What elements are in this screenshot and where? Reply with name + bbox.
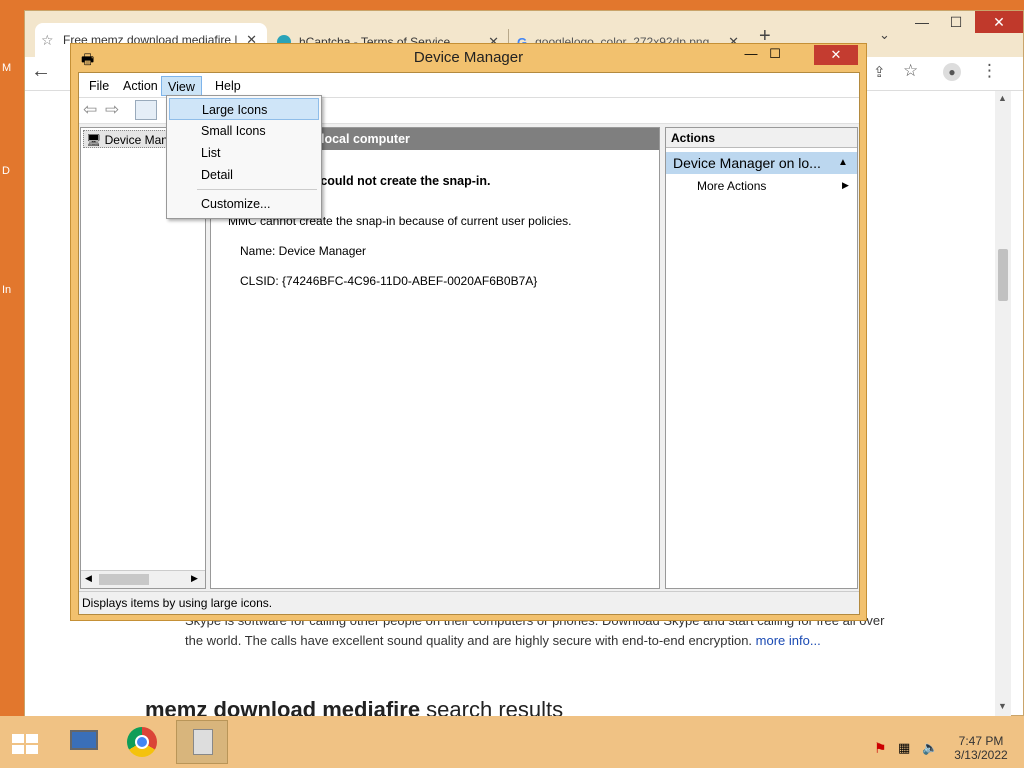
bookmark-star-icon[interactable]: ☆	[903, 61, 918, 81]
volume-muted-icon[interactable]: 🔈	[922, 740, 938, 756]
taskbar: ⚑ ▦ 🔈 7:47 PM 3/13/2022	[0, 716, 1024, 768]
scroll-left-arrow-icon[interactable]: ◀	[85, 573, 92, 584]
desktop-icon-label: D	[2, 165, 10, 177]
computer-icon: 🖥	[86, 133, 102, 147]
scroll-down-arrow-icon[interactable]: ▼	[998, 701, 1007, 711]
menu-item-detail[interactable]: Detail	[169, 164, 319, 186]
actions-header: Actions	[666, 128, 857, 148]
scrollbar-thumb[interactable]	[998, 249, 1008, 301]
star-icon: ☆	[41, 32, 54, 48]
menu-help[interactable]: Help	[209, 76, 247, 96]
desktop-icon-label: In	[2, 284, 12, 296]
submenu-arrow-icon: ▶	[842, 180, 849, 190]
minimize-button[interactable]: —	[740, 46, 762, 66]
view-menu-dropdown: Large Icons Small Icons List Detail Cust…	[166, 95, 322, 219]
close-button[interactable]: ✕	[814, 45, 858, 65]
clock-date: 3/13/2022	[954, 748, 1008, 762]
desktop-icon-label: M	[2, 62, 12, 74]
clock-time: 7:47 PM	[958, 734, 1004, 748]
more-menu-icon[interactable]: ⋮	[981, 61, 998, 81]
scroll-up-arrow-icon[interactable]: ▲	[998, 93, 1007, 103]
clock[interactable]: 7:47 PM 3/13/2022	[944, 734, 1018, 762]
action-center-flag-icon[interactable]: ⚑	[874, 740, 887, 757]
snapin-clsid: CLSID: {74246BFC-4C96-11D0-ABEF-0020AF6B…	[240, 274, 538, 288]
scroll-right-arrow-icon[interactable]: ▶	[191, 573, 198, 584]
horizontal-scrollbar[interactable]: ◀ ▶	[81, 570, 205, 588]
menu-item-small-icons[interactable]: Small Icons	[169, 120, 319, 142]
back-arrow-icon[interactable]: ←	[31, 60, 51, 83]
more-actions-label: More Actions	[697, 179, 767, 193]
menu-separator	[197, 189, 317, 190]
menu-file[interactable]: File	[83, 76, 115, 96]
forward-arrow-icon[interactable]: ⇨	[105, 100, 119, 120]
network-icon[interactable]: ▦	[898, 740, 910, 756]
maximize-button[interactable]: ☐	[939, 11, 973, 33]
taskbar-chrome-icon[interactable]	[116, 720, 168, 764]
actions-pane: Actions Device Manager on lo... ▲ More A…	[665, 127, 858, 589]
menu-view[interactable]: View	[161, 76, 202, 96]
taskbar-device-manager-icon[interactable]	[176, 720, 228, 764]
maximize-button[interactable]: ☐	[764, 46, 786, 66]
share-icon[interactable]: ⇪	[873, 63, 886, 81]
close-button[interactable]: ✕	[975, 11, 1023, 33]
page-scrollbar[interactable]	[995, 91, 1011, 717]
actions-section-label: Device Manager on lo...	[673, 155, 821, 171]
more-info-link[interactable]: more info...	[756, 633, 821, 648]
tab-search-chevron-icon[interactable]: ⌄	[879, 27, 890, 43]
actions-device-manager-section[interactable]: Device Manager on lo... ▲	[666, 152, 857, 174]
scrollbar-thumb[interactable]	[99, 574, 149, 585]
menu-item-customize[interactable]: Customize...	[169, 193, 319, 215]
show-hide-console-tree-icon[interactable]	[135, 100, 157, 120]
back-arrow-icon[interactable]: ⇦	[83, 100, 97, 120]
menu-item-list[interactable]: List	[169, 142, 319, 164]
more-actions-item[interactable]: More Actions ▶	[697, 179, 852, 193]
menu-item-large-icons[interactable]: Large Icons	[169, 98, 319, 120]
collapse-up-icon[interactable]: ▲	[838, 152, 848, 174]
snapin-name: Name: Device Manager	[240, 244, 367, 258]
start-button-windows-icon[interactable]	[12, 734, 38, 754]
minimize-button[interactable]: —	[905, 11, 939, 33]
profile-avatar-icon[interactable]: ●	[943, 63, 961, 81]
status-bar: Displays items by using large icons.	[79, 591, 859, 613]
taskbar-computer-icon[interactable]	[58, 720, 110, 764]
menu-action[interactable]: Action	[117, 76, 164, 96]
